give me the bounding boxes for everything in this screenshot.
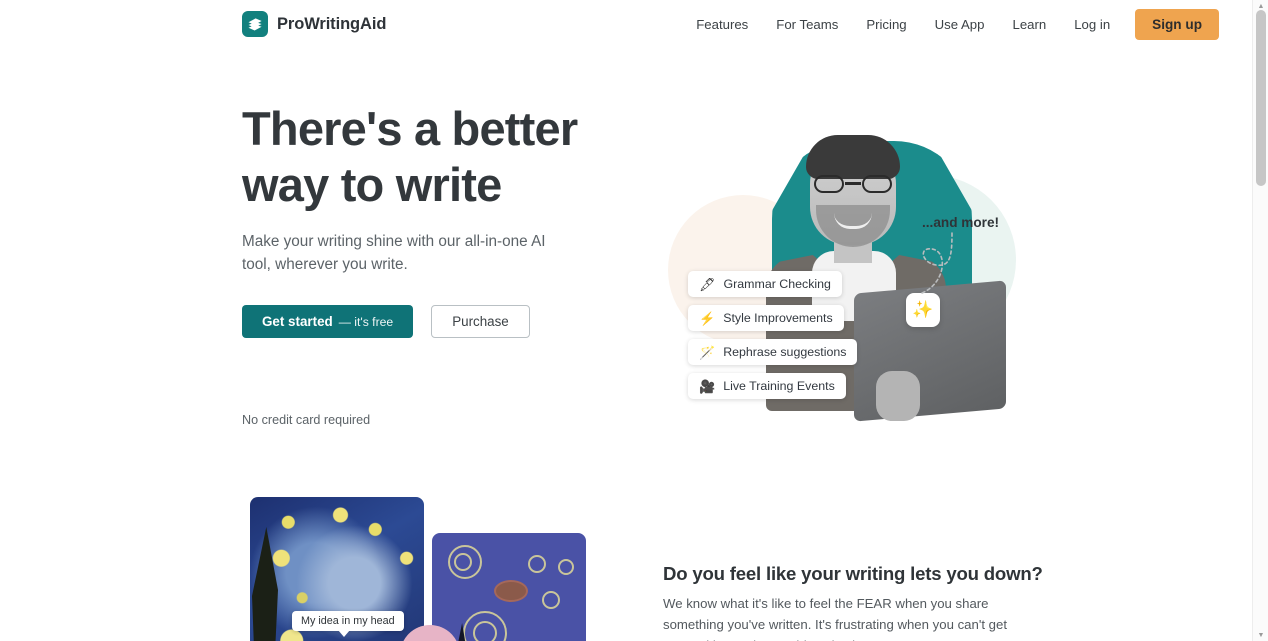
movie-camera-icon: 🎥: [699, 378, 716, 394]
hero-illustration: ✨ ...and more! 🖋 Grammar Checking ⚡ Styl…: [650, 103, 1040, 443]
feather-pen-icon: 🖋: [699, 276, 716, 292]
doodle-spiral: [558, 559, 574, 575]
hero-subtitle: Make your writing shine with our all-in-…: [242, 233, 546, 273]
no-credit-card-note: No credit card required: [242, 413, 371, 427]
cypress-tree-shape: [252, 527, 278, 641]
glasses-bridge: [845, 182, 861, 185]
lower-section-heading: Do you feel like your writing lets you d…: [663, 563, 1043, 584]
glasses-lens-right: [862, 175, 892, 193]
lightning-bolt-icon: ⚡: [699, 310, 716, 326]
feature-pill-grammar-checking[interactable]: 🖋 Grammar Checking: [688, 271, 842, 297]
nav-item-use-app[interactable]: Use App: [921, 11, 999, 38]
site-header: ProWritingAid Features For Teams Pricing…: [0, 0, 1252, 48]
feature-pill-live-training-events[interactable]: 🎥 Live Training Events: [688, 373, 846, 399]
feature-pill-label: Style Improvements: [723, 311, 833, 325]
nav-item-features[interactable]: Features: [682, 11, 762, 38]
main-navigation: Features For Teams Pricing Use App Learn…: [682, 0, 1219, 48]
nav-item-pricing[interactable]: Pricing: [852, 11, 920, 38]
get-started-button[interactable]: Get started — it's free: [242, 305, 414, 338]
get-started-free-note: — it's free: [338, 314, 394, 329]
idea-in-my-head-label: My idea in my head: [292, 611, 404, 637]
get-started-label: Get started: [262, 314, 333, 329]
brand-logo-link[interactable]: ProWritingAid: [242, 11, 386, 37]
page-scrollbar[interactable]: ▲ ▼: [1252, 0, 1268, 641]
doodle-blotch: [494, 580, 528, 602]
doodle-artwork: [432, 533, 586, 641]
page-content: ProWritingAid Features For Teams Pricing…: [0, 0, 1252, 641]
scroll-down-arrow-icon[interactable]: ▼: [1253, 629, 1268, 641]
hero-title: There's a better way to write: [242, 102, 578, 211]
doodle-spiral: [454, 553, 472, 571]
scrollbar-thumb[interactable]: [1256, 10, 1266, 186]
stacked-pages-icon: [242, 11, 268, 37]
brand-name: ProWritingAid: [277, 14, 387, 33]
doodle-spiral: [528, 555, 546, 573]
nav-item-log-in[interactable]: Log in: [1060, 11, 1124, 38]
feature-pill-list: 🖋 Grammar Checking ⚡ Style Improvements …: [688, 271, 858, 399]
nav-item-learn[interactable]: Learn: [998, 11, 1060, 38]
nav-item-for-teams[interactable]: For Teams: [762, 11, 852, 38]
feature-pill-style-improvements[interactable]: ⚡ Style Improvements: [688, 305, 844, 331]
magic-wand-icon: 🪄: [699, 344, 716, 360]
lower-section-body: We know what it's like to feel the FEAR …: [663, 596, 1008, 641]
doodle-spiral: [473, 621, 497, 641]
feature-pill-rephrase-suggestions[interactable]: 🪄 Rephrase suggestions: [688, 339, 858, 365]
person-hair: [806, 135, 900, 179]
purchase-button[interactable]: Purchase: [431, 305, 530, 338]
dotted-curve-icon: [921, 232, 953, 294]
feature-pill-label: Rephrase suggestions: [723, 345, 847, 359]
glasses-icon: [814, 175, 892, 193]
glasses-lens-left: [814, 175, 844, 193]
sign-up-button[interactable]: Sign up: [1135, 8, 1219, 40]
page-root: ProWritingAid Features For Teams Pricing…: [0, 0, 1268, 641]
doodle-spiral: [542, 591, 560, 609]
hero-cta-row: Get started — it's free Purchase: [242, 305, 530, 338]
person-hand: [876, 371, 920, 421]
and-more-annotation: ...and more!: [922, 215, 1000, 230]
feature-pill-label: Live Training Events: [723, 379, 835, 393]
lower-section: Do you feel like your writing lets you d…: [0, 478, 1252, 641]
hero-section: There's a better way to write Make your …: [0, 48, 1252, 478]
feature-pill-label: Grammar Checking: [723, 277, 831, 291]
